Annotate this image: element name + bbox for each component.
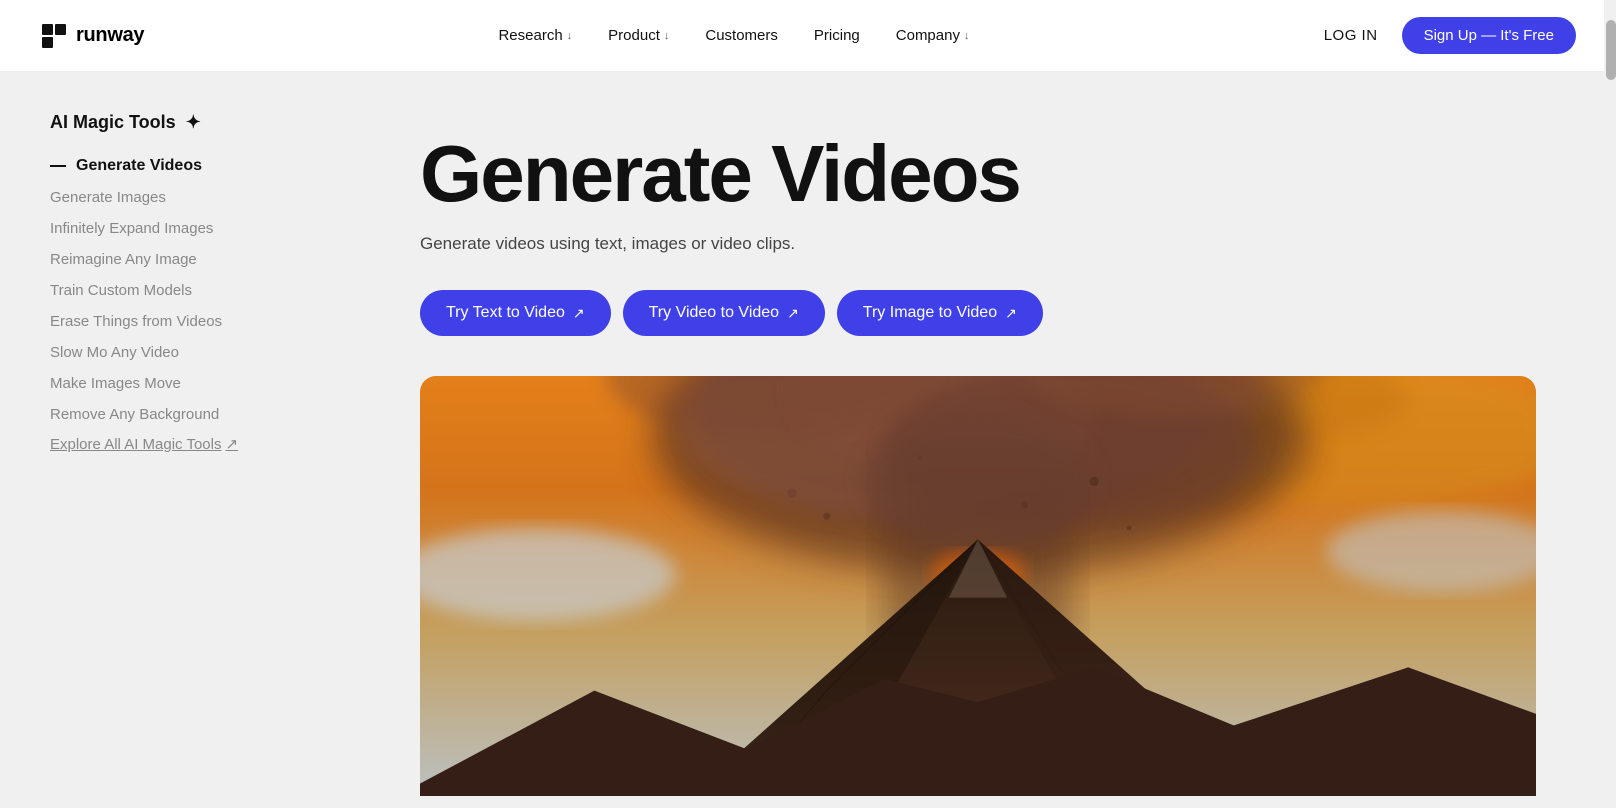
right-content: Generate Videos Generate videos using te…	[340, 72, 1616, 808]
nav-company[interactable]: Company ↓	[896, 27, 970, 44]
try-text-to-video-button[interactable]: Try Text to Video ↗	[420, 290, 611, 336]
sidebar-item-make-images-move[interactable]: Make Images Move	[50, 375, 181, 392]
nav-pricing[interactable]: Pricing	[814, 27, 860, 44]
magic-wand-icon: ✦	[186, 112, 201, 133]
scrollbar-thumb[interactable]	[1606, 20, 1616, 80]
nav-product[interactable]: Product ↓	[608, 27, 669, 44]
sidebar-item-generate-images[interactable]: Generate Images	[50, 189, 166, 206]
sidebar-title: AI Magic Tools ✦	[50, 112, 300, 133]
cta-buttons: Try Text to Video ↗ Try Video to Video ↗…	[420, 290, 1536, 336]
logo[interactable]: runway	[40, 22, 144, 50]
explore-arrow-icon: ↗	[225, 435, 238, 453]
header: runway Research ↓ Product ↓ Customers Pr…	[0, 0, 1616, 72]
list-item: Infinitely Expand Images	[50, 218, 300, 239]
header-actions: LOG IN Sign Up — It's Free	[1324, 17, 1576, 54]
list-item: Make Images Move	[50, 373, 300, 394]
list-item: Generate Images	[50, 187, 300, 208]
nav-research[interactable]: Research ↓	[498, 27, 572, 44]
runway-logo-icon	[40, 22, 68, 50]
product-arrow: ↓	[664, 30, 670, 42]
video-video-arrow-icon: ↗	[787, 305, 799, 322]
research-arrow: ↓	[567, 30, 573, 42]
sidebar-item-slow-mo[interactable]: Slow Mo Any Video	[50, 344, 179, 361]
hero-subtitle: Generate videos using text, images or vi…	[420, 234, 1536, 254]
list-item: Train Custom Models	[50, 280, 300, 301]
image-video-arrow-icon: ↗	[1005, 305, 1017, 322]
list-item: Erase Things from Videos	[50, 311, 300, 332]
sidebar-item-reimagine[interactable]: Reimagine Any Image	[50, 251, 197, 268]
list-item: Slow Mo Any Video	[50, 342, 300, 363]
signup-button[interactable]: Sign Up — It's Free	[1402, 17, 1576, 54]
active-indicator	[50, 165, 66, 167]
sidebar-item-expand-images[interactable]: Infinitely Expand Images	[50, 220, 213, 237]
nav-customers[interactable]: Customers	[705, 27, 778, 44]
sidebar-item-remove-background[interactable]: Remove Any Background	[50, 406, 219, 423]
sidebar: AI Magic Tools ✦ Generate Videos Generat…	[0, 72, 340, 808]
main-nav: Research ↓ Product ↓ Customers Pricing C…	[498, 27, 969, 44]
video-preview	[420, 376, 1536, 796]
sidebar-item-erase[interactable]: Erase Things from Videos	[50, 313, 222, 330]
volcano-image	[420, 376, 1536, 796]
login-button[interactable]: LOG IN	[1324, 27, 1378, 44]
sidebar-active-item[interactable]: Generate Videos	[50, 157, 300, 175]
list-item: Reimagine Any Image	[50, 249, 300, 270]
company-arrow: ↓	[964, 30, 970, 42]
sidebar-item-train-models[interactable]: Train Custom Models	[50, 282, 192, 299]
sidebar-items-list: Generate Images Infinitely Expand Images…	[50, 187, 300, 425]
try-image-to-video-button[interactable]: Try Image to Video ↗	[837, 290, 1043, 336]
main-content: AI Magic Tools ✦ Generate Videos Generat…	[0, 72, 1616, 808]
scrollbar[interactable]	[1604, 0, 1616, 808]
logo-text: runway	[76, 24, 144, 47]
hero-title: Generate Videos	[420, 132, 1536, 216]
list-item: Remove Any Background	[50, 404, 300, 425]
try-video-to-video-button[interactable]: Try Video to Video ↗	[623, 290, 825, 336]
explore-all-link[interactable]: Explore All AI Magic Tools ↗	[50, 435, 300, 453]
text-video-arrow-icon: ↗	[573, 305, 585, 322]
